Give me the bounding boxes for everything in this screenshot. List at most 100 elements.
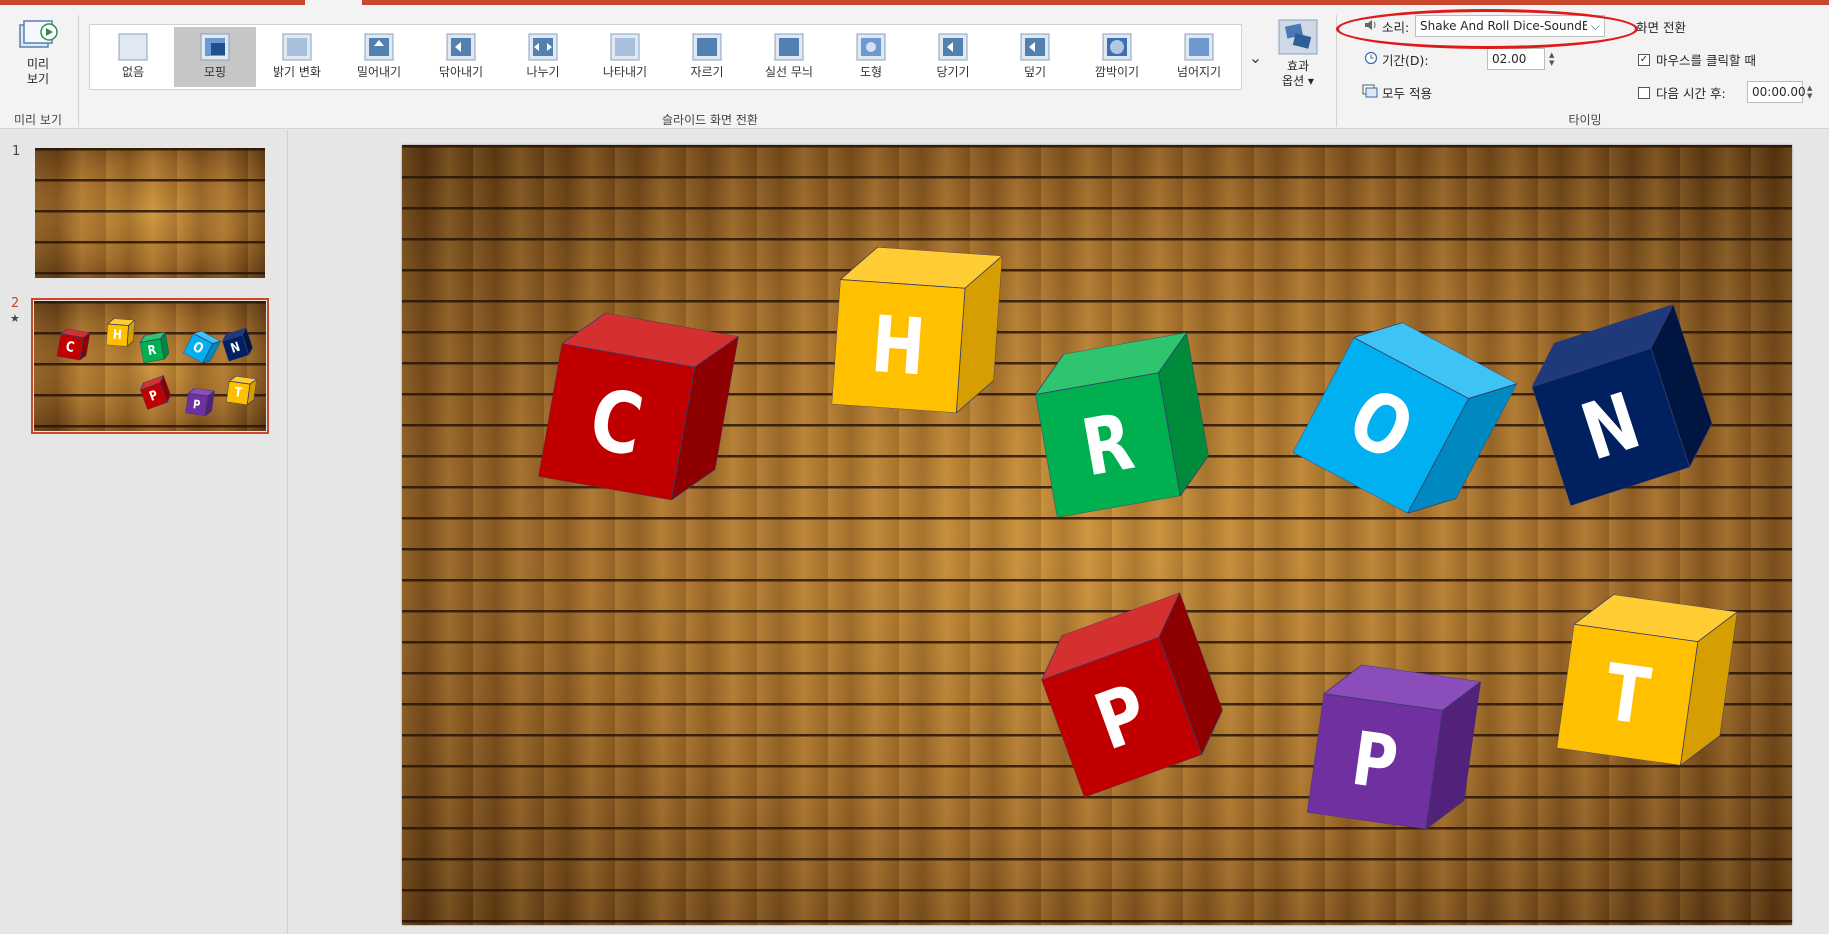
morph-transition-icon — [200, 33, 230, 61]
push-transition-icon — [364, 33, 394, 61]
transition-item[interactable]: 넘어지기 — [1158, 27, 1240, 87]
transition-item[interactable]: 실선 무늬 — [748, 27, 830, 87]
cover-transition-icon — [1020, 33, 1050, 61]
random-bars-transition-icon — [774, 33, 804, 61]
transition-item-label: 밀어내기 — [356, 65, 402, 79]
main-slide-canvas[interactable]: C H R ON P P T — [402, 145, 1792, 925]
transition-item[interactable]: 닦아내기 — [420, 27, 502, 87]
transition-item[interactable]: 깜박이기 — [1076, 27, 1158, 87]
shape-transition-icon — [856, 33, 886, 61]
transition-item[interactable]: 밝기 변화 — [256, 27, 338, 87]
letter-cube[interactable]: P — [138, 375, 173, 410]
letter-cube[interactable]: P — [185, 387, 215, 417]
on-click-label: 마우스를 클릭할 때 — [1656, 53, 1756, 68]
slide-number: 2 — [11, 296, 20, 311]
preview-icon — [18, 19, 58, 53]
duration-spin-buttons[interactable]: ▲ ▼ — [1549, 48, 1554, 70]
letter-cube[interactable]: N — [220, 327, 254, 362]
transition-item-label: 나타내기 — [602, 65, 648, 79]
cube-letter: C — [583, 369, 650, 475]
transition-item[interactable]: 덮기 — [994, 27, 1076, 87]
letter-cube[interactable]: O — [1292, 306, 1518, 531]
uncover-transition-icon — [938, 33, 968, 61]
fade-transition-icon — [282, 33, 312, 61]
after-time-spinner[interactable]: 00:00.00 ▲ ▼ — [1747, 81, 1812, 103]
chevron-down-icon: ⌄ — [1248, 47, 1263, 67]
highlight-annotation-ellipse — [1336, 9, 1638, 49]
timing-group-label: 타이밍 — [1568, 113, 1602, 127]
transition-item[interactable]: 모핑 — [174, 27, 256, 87]
effect-options-label-line1: 효과 — [1286, 59, 1310, 73]
reveal-transition-icon — [610, 33, 640, 61]
preview-label-line1: 미리 — [26, 57, 50, 71]
after-time-value: 00:00.00 — [1752, 85, 1806, 99]
transition-item-label: 깜박이기 — [1094, 65, 1140, 79]
duration-input[interactable]: 02.00 — [1487, 48, 1545, 70]
transition-item-label: 도형 — [859, 65, 883, 79]
cube-letter: R — [146, 342, 158, 360]
transition-item[interactable]: 나누기 — [502, 27, 584, 87]
clock-icon — [1364, 51, 1378, 68]
duration-spinner[interactable]: 02.00 ▲ ▼ — [1487, 48, 1554, 70]
transition-item-label: 덮기 — [1023, 65, 1047, 79]
letter-cube[interactable]: H — [831, 245, 1003, 416]
letter-cube[interactable]: T — [226, 375, 257, 406]
gallery-expand-button[interactable]: ⌄ — [1241, 24, 1269, 90]
cube-letter: H — [868, 299, 929, 393]
transition-item[interactable]: 도형 — [830, 27, 912, 87]
group-divider — [78, 15, 79, 127]
letter-cube[interactable]: C — [538, 306, 739, 506]
advance-header: 화면 전환 — [1636, 20, 1686, 35]
apply-all-button[interactable]: 모두 적용 — [1362, 83, 1432, 102]
transition-item-label: 실선 무늬 — [765, 65, 813, 79]
duration-label: 기간(D): — [1382, 53, 1429, 68]
slide-thumbnail-pane: 1 2 ★ C H R ON P P T — [0, 130, 288, 934]
wipe-transition-icon — [446, 33, 476, 61]
transition-item-label: 자르기 — [690, 65, 724, 79]
transition-item-label: 나누기 — [526, 65, 560, 79]
transition-item[interactable]: 자르기 — [666, 27, 748, 87]
apply-all-icon — [1362, 84, 1378, 101]
after-time-input[interactable]: 00:00.00 — [1747, 81, 1806, 103]
on-click-checkbox[interactable]: ✓ — [1638, 53, 1650, 66]
cube-letter: P — [192, 397, 202, 412]
cube-letter: C — [64, 338, 76, 356]
effect-options-button[interactable]: 효과 옵션 ▾ — [1272, 17, 1324, 103]
cut-transition-icon — [692, 33, 722, 61]
cube-letter: P — [1346, 715, 1403, 808]
letter-cube[interactable]: O — [183, 328, 221, 366]
slide-thumbnail-1[interactable] — [35, 148, 265, 278]
letter-cube[interactable]: H — [106, 318, 135, 347]
slide-thumbnail-2[interactable]: C H R ON P P T — [31, 298, 269, 434]
effect-options-icon — [1278, 19, 1318, 55]
after-time-checkbox[interactable] — [1638, 86, 1650, 99]
slide-number: 1 — [12, 144, 21, 159]
preview-group-label: 미리 보기 — [14, 113, 62, 127]
transition-item[interactable]: 당기기 — [912, 27, 994, 87]
none-transition-icon — [118, 33, 148, 61]
transition-item[interactable]: 밀어내기 — [338, 27, 420, 87]
duration-value: 02.00 — [1492, 52, 1527, 66]
preview-label-line2: 보기 — [26, 72, 50, 86]
after-time-spin-buttons[interactable]: ▲ ▼ — [1807, 81, 1812, 103]
transition-item-label: 당기기 — [936, 65, 970, 79]
letter-cube[interactable]: C — [56, 328, 91, 362]
transition-item[interactable]: 없음 — [92, 27, 174, 87]
cube-letter: T — [233, 385, 243, 401]
transition-item-label: 없음 — [121, 65, 145, 79]
on-click-row[interactable]: ✓ 마우스를 클릭할 때 — [1638, 50, 1756, 69]
cube-letter: H — [112, 327, 123, 344]
apply-all-label: 모두 적용 — [1382, 86, 1432, 101]
transition-item[interactable]: 나타내기 — [584, 27, 666, 87]
letter-cube[interactable]: P — [1307, 660, 1481, 834]
letter-cube[interactable]: R — [1029, 332, 1214, 518]
preview-button[interactable]: 미리 보기 — [10, 15, 66, 95]
letter-cube[interactable]: R — [139, 331, 170, 364]
letter-cube[interactable]: P — [1029, 592, 1234, 798]
letter-cube[interactable]: N — [1521, 304, 1723, 506]
cube-letter: T — [1599, 647, 1656, 743]
slide-thumbnail-2-content: C H R ON P P T — [34, 301, 266, 431]
transition-item-label: 모핑 — [203, 65, 227, 79]
after-time-row[interactable]: 다음 시간 후: — [1638, 83, 1726, 102]
letter-cube[interactable]: T — [1556, 590, 1738, 771]
